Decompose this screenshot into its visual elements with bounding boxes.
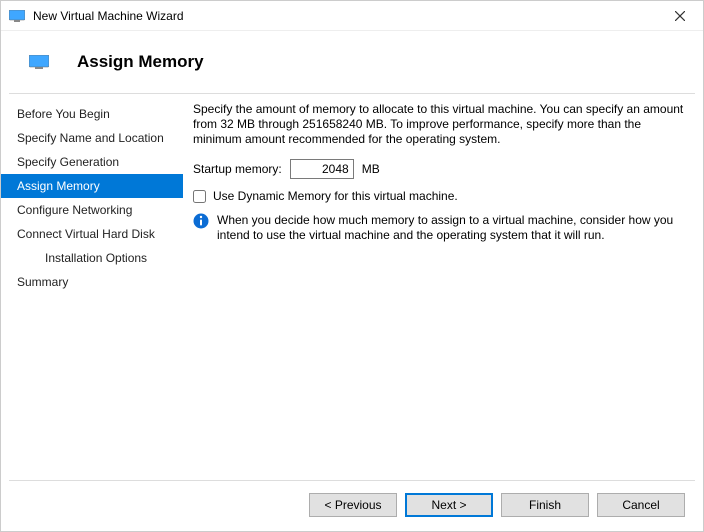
dynamic-memory-checkbox[interactable] xyxy=(193,190,206,203)
info-icon xyxy=(193,213,209,229)
cancel-button[interactable]: Cancel xyxy=(597,493,685,517)
page-title: Assign Memory xyxy=(77,52,204,72)
footer-divider xyxy=(9,480,695,481)
nav-connect-vhd[interactable]: Connect Virtual Hard Disk xyxy=(1,222,183,246)
dynamic-memory-row: Use Dynamic Memory for this virtual mach… xyxy=(193,189,685,203)
nav-configure-networking[interactable]: Configure Networking xyxy=(1,198,183,222)
info-row: When you decide how much memory to assig… xyxy=(193,213,685,243)
app-icon xyxy=(9,10,25,22)
previous-button[interactable]: < Previous xyxy=(309,493,397,517)
nav-summary[interactable]: Summary xyxy=(1,270,183,294)
next-button[interactable]: Next > xyxy=(405,493,493,517)
nav-installation-options[interactable]: Installation Options xyxy=(1,246,183,270)
wizard-nav: Before You Begin Specify Name and Locati… xyxy=(1,94,183,474)
nav-specify-generation[interactable]: Specify Generation xyxy=(1,150,183,174)
startup-memory-input[interactable] xyxy=(290,159,354,179)
window-title: New Virtual Machine Wizard xyxy=(33,9,665,23)
content-pane: Specify the amount of memory to allocate… xyxy=(183,94,703,474)
nav-assign-memory[interactable]: Assign Memory xyxy=(1,174,183,198)
info-text: When you decide how much memory to assig… xyxy=(217,213,685,243)
monitor-icon xyxy=(29,55,49,69)
nav-specify-name-location[interactable]: Specify Name and Location xyxy=(1,126,183,150)
titlebar: New Virtual Machine Wizard xyxy=(1,1,703,31)
wizard-header: Assign Memory xyxy=(1,31,703,93)
startup-memory-row: Startup memory: MB xyxy=(193,159,685,179)
nav-before-you-begin[interactable]: Before You Begin xyxy=(1,102,183,126)
finish-button[interactable]: Finish xyxy=(501,493,589,517)
startup-memory-unit: MB xyxy=(362,162,380,176)
intro-text: Specify the amount of memory to allocate… xyxy=(193,102,685,147)
wizard-footer: < Previous Next > Finish Cancel xyxy=(309,493,685,517)
close-icon xyxy=(675,11,685,21)
close-button[interactable] xyxy=(665,6,695,26)
startup-memory-label: Startup memory: xyxy=(193,162,282,176)
dynamic-memory-label: Use Dynamic Memory for this virtual mach… xyxy=(213,189,458,203)
